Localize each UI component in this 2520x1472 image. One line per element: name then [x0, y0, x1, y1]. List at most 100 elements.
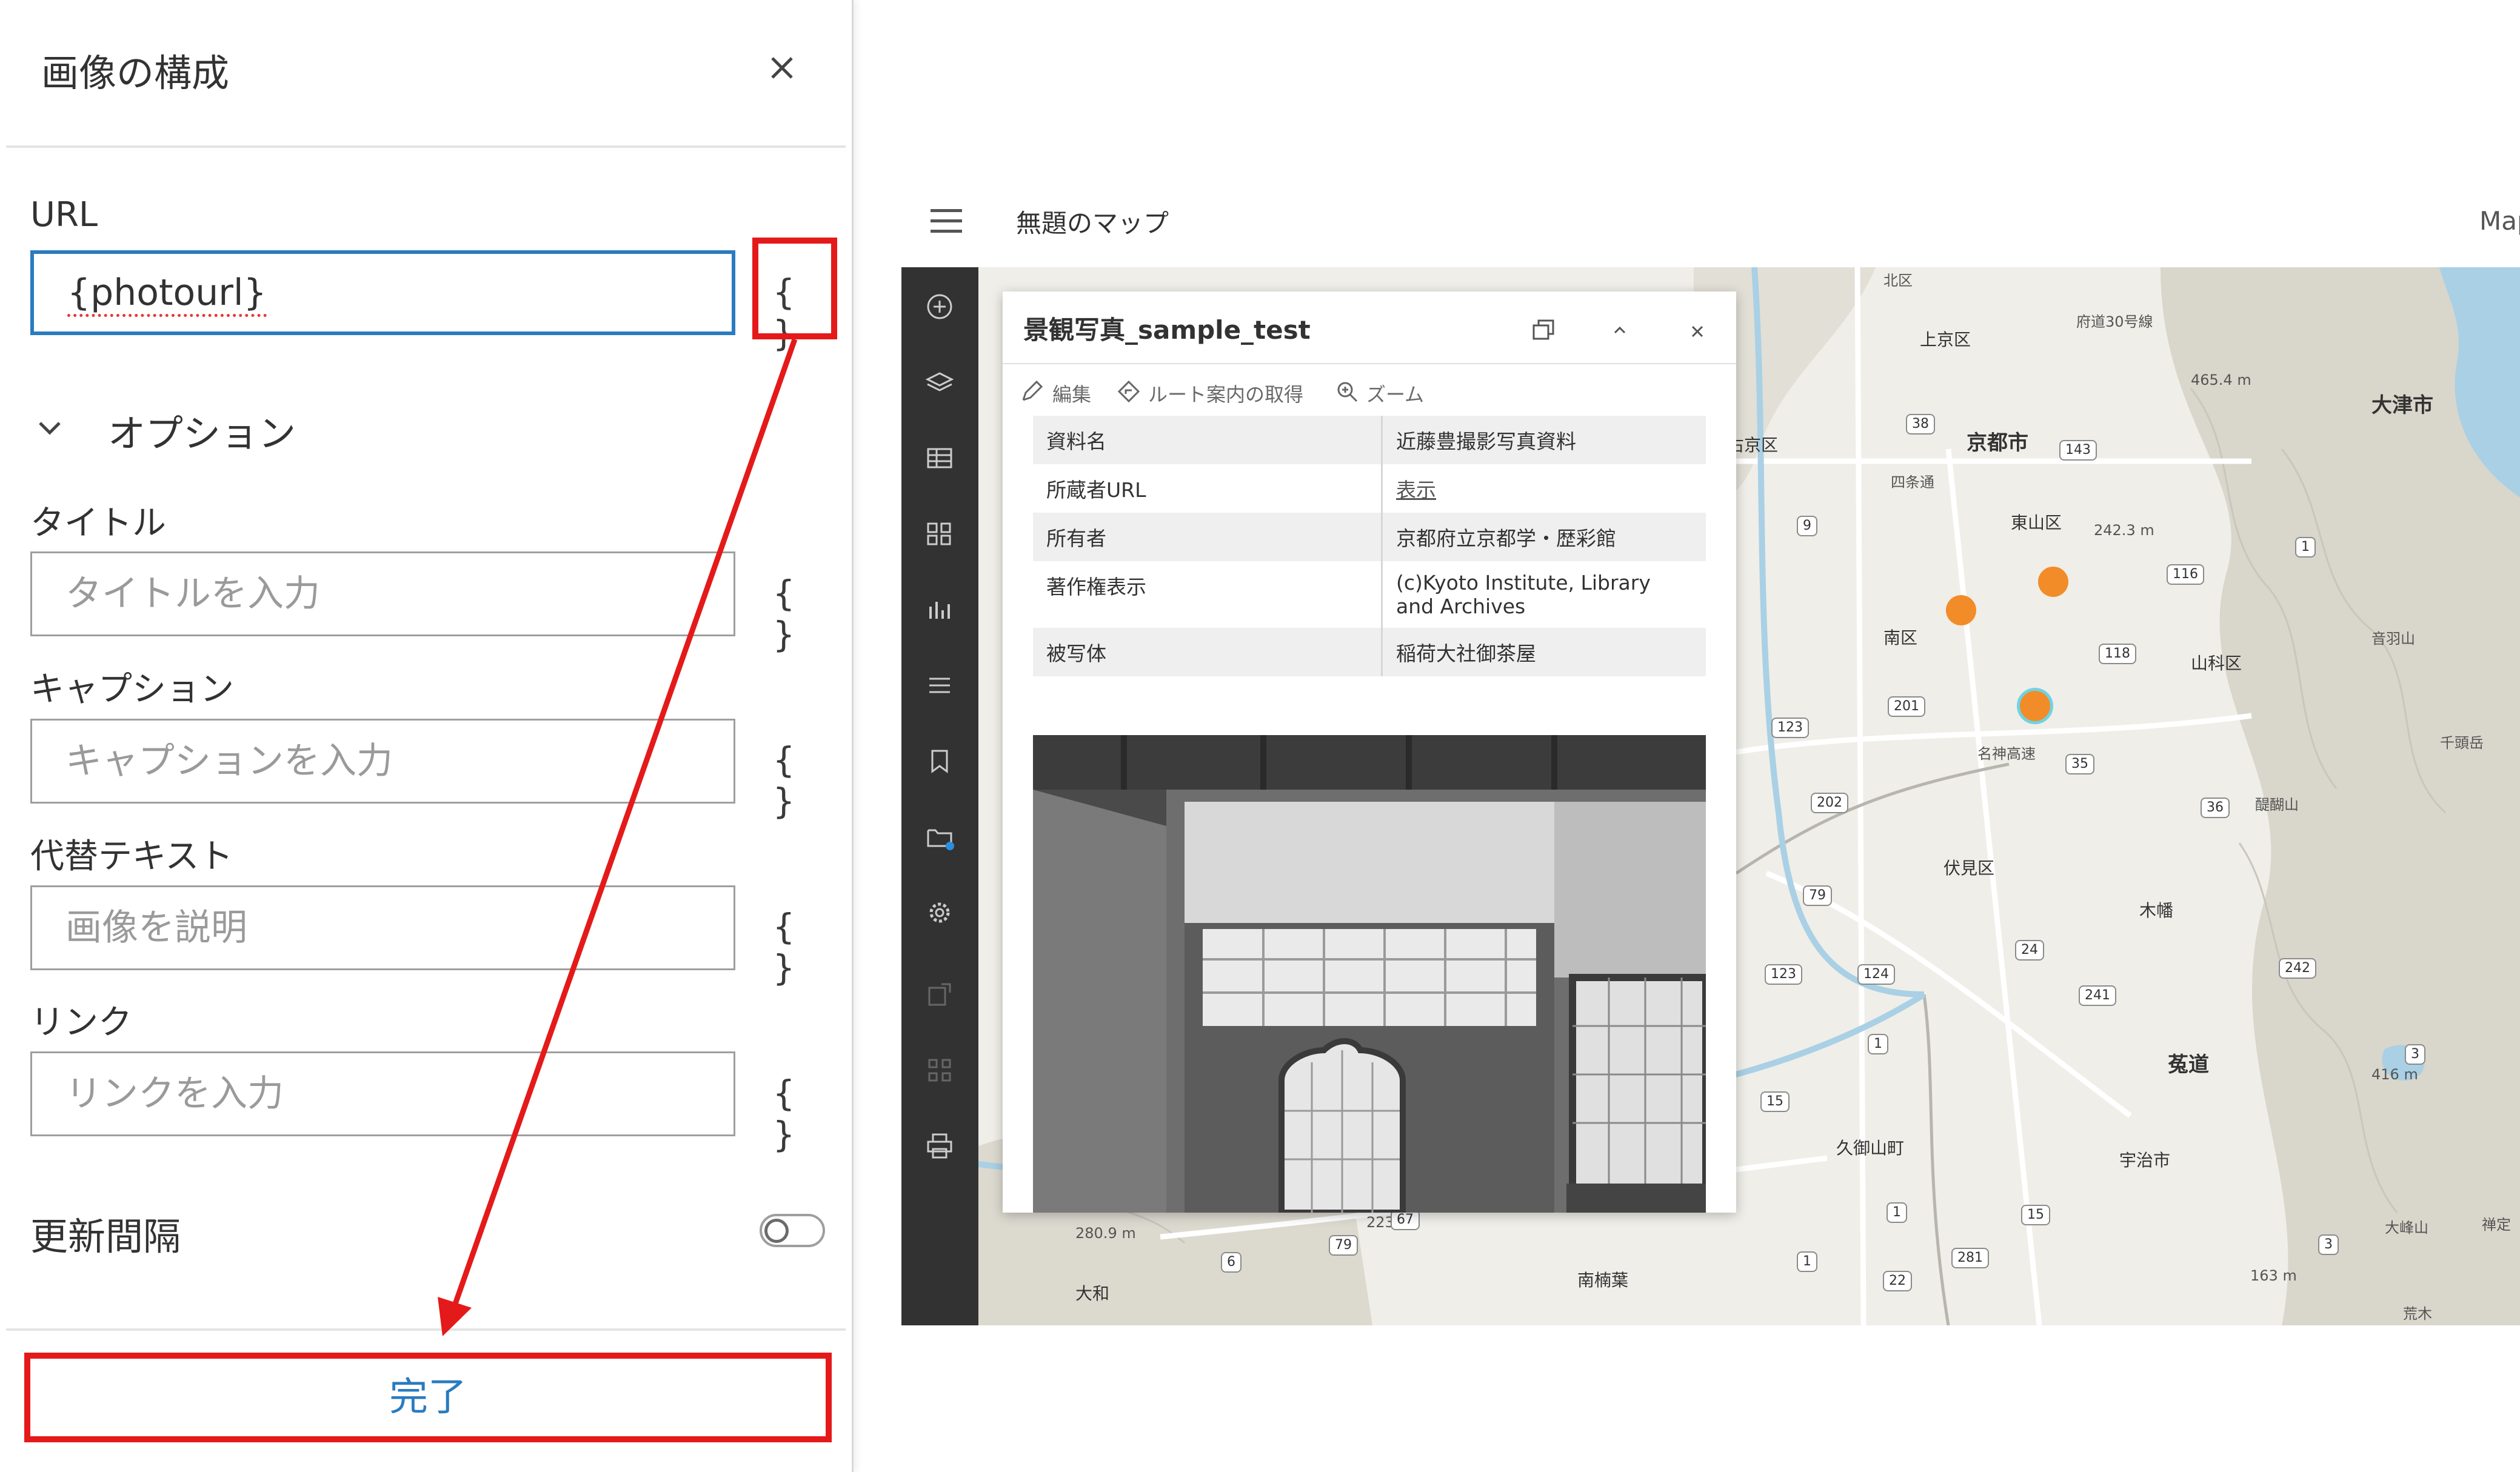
map-place-label: 大和	[1075, 1284, 1110, 1304]
attribute-key: 資料名	[1033, 416, 1383, 464]
link-input[interactable]: リンクを入力	[30, 1051, 735, 1136]
attribute-table: 資料名 近藤豊撮影写真資料 所蔵者URL 表示 所有者 京都府立京都学・歴彩館 …	[1033, 416, 1706, 676]
zoom-action[interactable]: ズーム	[1366, 379, 1424, 407]
map-place-label: 府道30号線	[2076, 313, 2153, 330]
road-shield: 3	[2318, 1234, 2339, 1255]
close-icon[interactable]	[1686, 321, 1708, 342]
map-place-label: 大峰山	[2385, 1219, 2428, 1236]
map-title: 無題のマップ	[1016, 208, 1169, 238]
road-shield: 124	[1857, 964, 1895, 985]
road-shield: 1	[1868, 1034, 1888, 1054]
feature-popup: 景観写真_sample_test 編集 ルート案内の取得 ズーム 資料名 近藤豊…	[1003, 291, 1736, 1213]
owner-url-link[interactable]: 表示	[1396, 478, 1436, 502]
map-tab-label[interactable]: Map	[2479, 206, 2520, 236]
attribute-key: 被写体	[1033, 628, 1383, 676]
road-shield: 15	[2021, 1205, 2050, 1225]
table-icon[interactable]	[924, 443, 955, 473]
road-shield: 116	[2167, 564, 2204, 585]
url-input-value: {photourl}	[67, 271, 267, 317]
road-shield: 79	[1803, 885, 1832, 906]
toggle-knob	[764, 1219, 789, 1243]
print-icon[interactable]	[924, 1131, 955, 1161]
alt-text-input[interactable]: 画像を説明	[30, 885, 735, 970]
image-config-panel: 画像の構成 URL {photourl} { } オプション タイトル タイトル…	[0, 0, 854, 1472]
title-input[interactable]: タイトルを入力	[30, 551, 735, 636]
feature-point[interactable]	[1946, 595, 1976, 625]
settings-icon[interactable]	[924, 898, 955, 928]
zoom-icon[interactable]	[1335, 379, 1359, 404]
title-expression-button[interactable]: { }	[760, 573, 808, 655]
map-place-label: 京都市	[1967, 431, 2028, 455]
popup-title: 景観写真_sample_test	[1023, 315, 1311, 345]
attribute-value: (c)Kyoto Institute, Library and Archives	[1396, 571, 1651, 618]
edit-icon[interactable]	[1020, 379, 1044, 404]
done-button[interactable]: 完了	[24, 1353, 832, 1442]
road-shield: 241	[2079, 985, 2116, 1006]
refresh-interval-toggle[interactable]	[760, 1214, 825, 1247]
road-shield: 242	[2279, 958, 2316, 979]
link-label: リンク	[30, 1003, 132, 1042]
attribute-key: 所有者	[1033, 513, 1383, 561]
alt-text-label: 代替テキスト	[30, 837, 233, 876]
directions-action[interactable]: ルート案内の取得	[1148, 379, 1303, 407]
chart-icon[interactable]	[924, 594, 955, 625]
map-place-label: 久御山町	[1836, 1138, 1905, 1158]
feature-point-selected[interactable]	[2020, 691, 2050, 721]
footer-divider	[6, 1328, 846, 1331]
road-shield: 9	[1797, 516, 1817, 536]
folder-icon[interactable]	[924, 822, 955, 852]
road-shield: 36	[2201, 798, 2230, 818]
url-input[interactable]: {photourl}	[30, 250, 735, 335]
map-place-label: 禅定	[2482, 1216, 2511, 1233]
edit-action[interactable]: 編集	[1052, 379, 1091, 407]
map-place-label: 南楠葉	[1577, 1270, 1629, 1290]
map-place-label: 大津市	[2371, 393, 2433, 418]
road-shield: 1	[1797, 1251, 1817, 1272]
attribute-row: 所有者 京都府立京都学・歴彩館	[1033, 513, 1706, 561]
directions-icon[interactable]	[1117, 379, 1141, 404]
close-icon[interactable]	[764, 50, 800, 86]
feature-point[interactable]	[2038, 567, 2068, 597]
chevron-down-icon[interactable]	[36, 418, 63, 436]
road-shield: 22	[1883, 1271, 1912, 1291]
road-shield: 79	[1329, 1235, 1358, 1256]
link-expression-button[interactable]: { }	[760, 1073, 808, 1155]
popup-photo	[1033, 735, 1706, 1213]
road-shield: 202	[1811, 793, 1848, 813]
road-shield: 123	[1765, 964, 1802, 985]
alt-text-expression-button[interactable]: { }	[760, 906, 808, 988]
map-place-label: 木幡	[2139, 901, 2174, 921]
road-shield: 118	[2099, 644, 2136, 664]
road-shield: 38	[1906, 414, 1935, 435]
attribute-row: 著作権表示 (c)Kyoto Institute, Library and Ar…	[1033, 561, 1706, 628]
collapse-icon[interactable]	[1609, 321, 1631, 339]
road-shield: 15	[1760, 1091, 1790, 1112]
expression-highlight-box	[752, 238, 837, 339]
apps-icon[interactable]	[924, 1055, 955, 1085]
attribute-value: 表示	[1382, 464, 1706, 513]
map-place-label: 醍醐山	[2255, 796, 2299, 813]
share-icon[interactable]	[924, 979, 955, 1010]
popup-divider	[1003, 363, 1736, 364]
road-shield: 281	[1951, 1248, 1989, 1268]
legend-icon[interactable]	[924, 519, 955, 549]
attribute-row: 被写体 稲荷大社御茶屋	[1033, 628, 1706, 676]
options-toggle[interactable]: オプション	[108, 403, 296, 458]
add-icon[interactable]	[924, 291, 955, 322]
refresh-interval-label: 更新間隔	[30, 1214, 181, 1259]
map-place-label: 荒木	[2403, 1305, 2432, 1322]
road-shield: 6	[1221, 1252, 1242, 1273]
map-toolbar	[901, 267, 978, 1325]
attribute-value: 稲荷大社御茶屋	[1382, 628, 1706, 676]
attribute-row: 所蔵者URL 表示	[1033, 464, 1706, 513]
dock-icon[interactable]	[1530, 317, 1557, 344]
menu-icon[interactable]	[931, 209, 962, 233]
list-icon[interactable]	[924, 670, 955, 701]
caption-input[interactable]: キャプションを入力	[30, 719, 735, 804]
map-place-label: 菟道	[2168, 1053, 2209, 1077]
bookmark-icon[interactable]	[924, 746, 955, 776]
header-divider	[6, 145, 846, 148]
map-place-label: 上京区	[1920, 330, 1971, 350]
layers-icon[interactable]	[924, 367, 955, 398]
caption-expression-button[interactable]: { }	[760, 739, 808, 822]
